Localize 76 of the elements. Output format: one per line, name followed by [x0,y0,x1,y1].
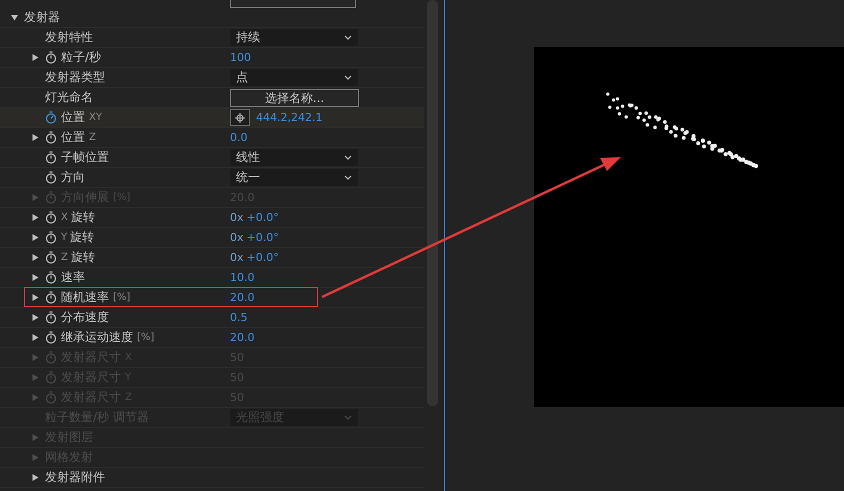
collapsed-triangle-icon[interactable] [32,274,39,281]
scrollbar-thumb[interactable] [426,0,438,406]
stopwatch-icon[interactable] [45,151,57,164]
collapsed-triangle-icon[interactable] [32,134,39,141]
stopwatch-icon[interactable] [45,291,57,304]
revolutions-text[interactable]: 0x [230,231,244,244]
collapsed-triangle-icon[interactable] [32,334,39,341]
selected-property-row[interactable]: 位置 XY 444.2,242.1 [0,108,424,128]
value-text[interactable]: 0.0 [230,131,248,144]
collapsed-triangle-icon[interactable] [32,254,39,261]
stopwatch-icon[interactable] [45,331,57,344]
property-suffix: [%] [113,292,130,303]
revolutions-text[interactable]: 0x [230,211,244,224]
stopwatch-icon[interactable] [45,111,57,124]
property-suffix: Z [89,132,96,143]
collapsed-triangle-icon[interactable] [32,234,39,241]
stopwatch-icon[interactable] [45,211,57,224]
chevron-down-icon [344,75,352,80]
collapsed-triangle-icon[interactable] [32,314,39,321]
stopwatch-icon[interactable] [45,171,57,184]
property-suffix: XY [89,112,102,123]
property-label: 子帧位置 [61,149,109,166]
stopwatch-icon[interactable] [45,131,57,144]
axis-prefix: X [61,212,68,223]
property-label: 发射器类型 [45,69,105,86]
axis-prefix: Z [61,252,68,263]
axis-prefix: Y [61,232,68,243]
property-suffix: [%] [137,332,154,343]
crosshair-icon [235,112,245,122]
property-label: 发射特性 [45,29,93,46]
stopwatch-icon[interactable] [45,51,57,64]
property-label: 方向 [61,169,85,186]
stopwatch-icon[interactable] [45,251,57,264]
property-label: 位置 [61,109,85,126]
property-label: 位置 [61,129,85,146]
expanded-triangle-icon[interactable] [11,14,18,21]
dropdown[interactable]: 线性 [230,149,358,166]
collapsed-triangle-icon[interactable] [32,474,39,481]
stopwatch-icon[interactable] [45,311,57,324]
property-label: 发射器附件 [45,469,105,486]
collapsed-triangle-icon[interactable] [32,54,39,61]
property-label: 旋转 [70,249,95,266]
chevron-down-icon [344,155,352,160]
group-label: 发射器 [24,9,60,26]
dropdown[interactable]: 统一 [230,169,358,186]
chevron-down-icon [344,415,352,420]
stopwatch-icon[interactable] [45,271,57,284]
dropdown[interactable]: 点 [230,69,358,86]
panel-button[interactable] [230,0,356,8]
chevron-down-icon [344,35,352,40]
value-text[interactable]: 10.0 [230,271,254,284]
property-label: 旋转 [70,229,94,246]
value-text[interactable]: 20.0 [230,291,254,304]
property-suffix: [%] [113,192,130,203]
value-text[interactable]: 444.2,242.1 [256,111,322,124]
property-label: 速率 [61,269,85,286]
revolutions-text[interactable]: 0x [230,251,244,264]
property-label: 继承运动速度 [61,329,133,346]
dropdown[interactable]: 持续 [230,29,358,46]
select-name-button[interactable]: 选择名称... [230,88,359,106]
stopwatch-icon[interactable] [45,231,57,244]
value-text[interactable]: +0.0° [246,211,279,224]
property-label: 旋转 [70,209,95,226]
crosshair-button[interactable] [230,109,250,126]
property-label: 分布速度 [61,309,109,326]
property-label: 粒子/秒 [61,49,102,66]
value-text[interactable]: +0.0° [246,251,279,264]
chevron-down-icon [344,175,352,180]
collapsed-triangle-icon[interactable] [32,214,39,221]
value-text[interactable]: 100 [230,51,251,64]
value-text[interactable]: 20.0 [230,331,254,344]
property-label: 灯光命名 [45,89,93,106]
collapsed-triangle-icon[interactable] [32,294,39,301]
value-text[interactable]: +0.0° [246,231,279,244]
value-text[interactable]: 0.5 [230,311,248,324]
property-label: 随机速率 [61,289,109,306]
